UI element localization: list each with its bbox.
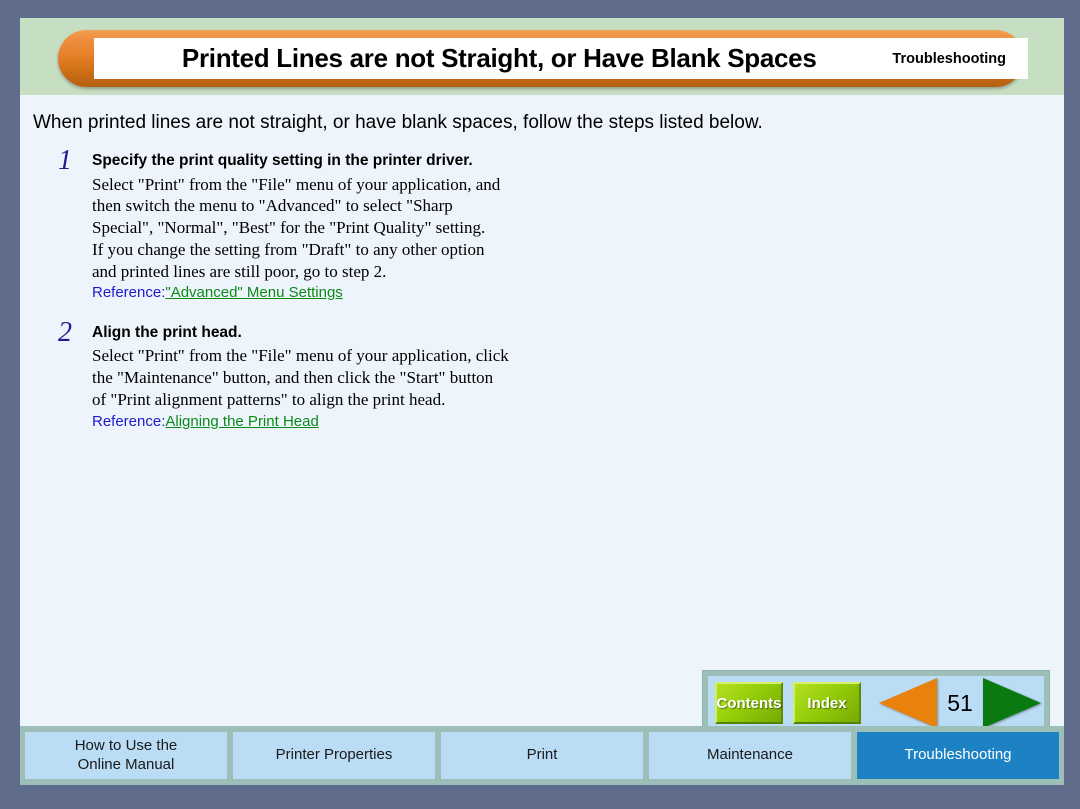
step-item: 2 Align the print head. Select "Print" f… [20, 318, 1064, 431]
index-button[interactable]: Index [793, 682, 861, 724]
reference-link[interactable]: "Advanced" Menu Settings [165, 284, 342, 301]
page-title: Printed Lines are not Straight, or Have … [181, 43, 817, 73]
step-description-line: of "Print alignment patterns" to align t… [92, 389, 446, 409]
step-number: 2 [58, 316, 72, 348]
step-description-line: the "Maintenance" button, and then click… [92, 368, 494, 388]
step-description-line: Select "Print" from the "File" menu of y… [92, 174, 501, 194]
reference-line: Reference:Aligning the Print Head [92, 412, 552, 432]
reference-line: Reference:"Advanced" Menu Settings [92, 283, 552, 303]
reference-label: Reference: [92, 284, 166, 302]
step-description-line: Special", "Normal", "Best" for the "Prin… [92, 218, 486, 238]
steps-list: 1 Specify the print quality setting in t… [20, 147, 1064, 445]
reference-label: Reference: [92, 412, 166, 430]
page-number: 51 [947, 689, 973, 716]
next-page-icon[interactable] [983, 678, 1041, 728]
tab-troubleshooting[interactable]: Troubleshooting [857, 732, 1059, 779]
page-header-banner: Printed Lines are not Straight, or Have … [58, 30, 1028, 87]
page-header-banner-inner: Printed Lines are not Straight, or Have … [94, 38, 1028, 79]
tab-maintenance[interactable]: Maintenance [649, 732, 851, 779]
contents-button[interactable]: Contents [715, 682, 783, 724]
intro-text: When printed lines are not straight, or … [33, 112, 763, 133]
step-number: 1 [58, 145, 72, 176]
reference-link[interactable]: Aligning the Print Head [165, 413, 318, 430]
tab-how-to-use-online-manual[interactable]: How to Use the Online Manual [25, 732, 227, 779]
tab-print[interactable]: Print [441, 732, 643, 779]
step-body: Specify the print quality setting in the… [92, 151, 552, 303]
step-title: Specify the print quality setting in the… [92, 152, 473, 169]
step-description-line: Select "Print" from the "File" menu of y… [92, 346, 509, 366]
step-description-line: and printed lines are still poor, go to … [92, 261, 387, 281]
step-description: Select "Print" from the "File" menu of y… [92, 174, 552, 283]
step-description: Select "Print" from the "File" menu of y… [92, 345, 552, 410]
step-description-line: If you change the setting from "Draft" t… [92, 239, 485, 259]
application-window: Printed Lines are not Straight, or Have … [0, 0, 1080, 809]
page-content: When printed lines are not straight, or … [20, 95, 1064, 726]
section-label: Troubleshooting [892, 50, 1006, 67]
bottom-tab-bar: How to Use the Online Manual Printer Prop… [20, 726, 1064, 785]
step-body: Align the print head. Select "Print" fro… [92, 323, 552, 431]
tab-printer-properties[interactable]: Printer Properties [233, 732, 435, 779]
step-description-line: then switch the menu to "Advanced" to se… [92, 196, 453, 216]
step-title: Align the print head. [92, 323, 242, 341]
step-item: 1 Specify the print quality setting in t… [20, 147, 1064, 303]
document-panel: Printed Lines are not Straight, or Have … [20, 18, 1064, 726]
navigation-panel-inner: Contents Index 51 [708, 676, 1044, 730]
previous-page-icon[interactable] [879, 678, 937, 728]
